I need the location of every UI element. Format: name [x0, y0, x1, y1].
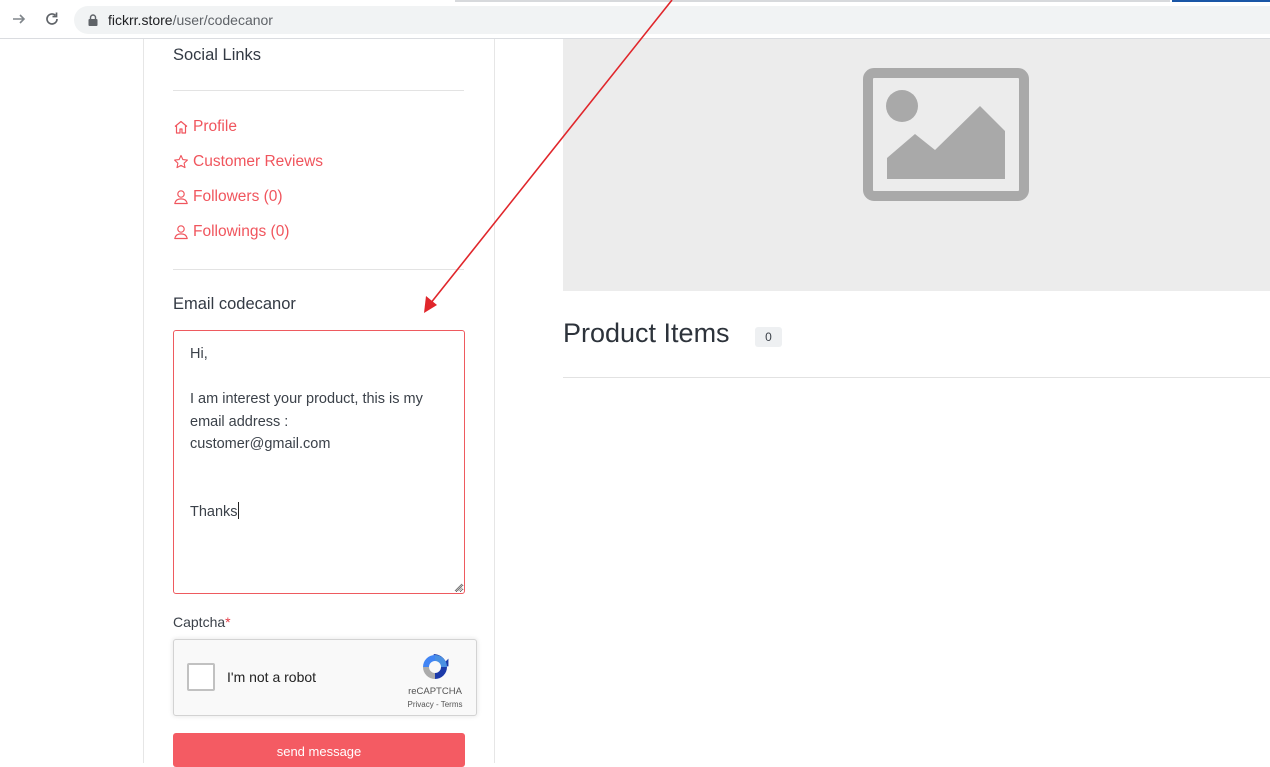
recaptcha-terms-link[interactable]: Privacy - Terms [400, 700, 470, 709]
email-section-title: Email codecanor [173, 295, 296, 313]
followings-link-label: Followings (0) [193, 223, 290, 240]
user-icon [174, 190, 188, 205]
home-icon [174, 120, 188, 134]
browser-toolbar: fickrr.store/user/codecanor [0, 0, 1270, 39]
customer-reviews-link[interactable]: Customer Reviews [173, 153, 323, 171]
captcha-label: Captcha* [173, 614, 231, 630]
divider [563, 377, 1270, 378]
sidebar: Social Links Profile Customer Reviews Fo… [143, 39, 495, 767]
active-tab-edge [1172, 0, 1270, 2]
divider [173, 90, 464, 91]
message-line: customer@gmail.com [190, 436, 331, 453]
address-bar[interactable]: fickrr.store/user/codecanor [74, 6, 1270, 34]
user-icon [174, 225, 188, 240]
product-image-placeholder [563, 39, 1270, 291]
star-icon [174, 154, 188, 169]
message-textarea[interactable]: Hi, I am interest your product, this is m… [173, 330, 465, 594]
url-text: fickrr.store/user/codecanor [108, 12, 273, 28]
resize-grip-icon[interactable] [454, 583, 463, 592]
product-count-badge: 0 [755, 327, 782, 347]
send-message-button[interactable]: send message [173, 733, 465, 767]
recaptcha-label: I'm not a robot [227, 669, 317, 685]
captcha-label-text: Captcha [173, 614, 226, 630]
url-path: /user/codecanor [172, 12, 273, 28]
recaptcha-checkbox[interactable] [187, 663, 215, 691]
required-asterisk: * [225, 614, 231, 630]
reload-icon[interactable] [41, 8, 63, 30]
tab-strip-edge [455, 0, 1170, 2]
message-closing: Thanks [190, 504, 238, 521]
forward-icon[interactable] [8, 8, 30, 30]
recaptcha-widget: I'm not a robot reCAPTCHA Privacy - Term… [173, 639, 477, 716]
text-caret [237, 502, 239, 520]
profile-link[interactable]: Profile [173, 118, 237, 136]
message-greeting: Hi, [190, 346, 208, 362]
image-placeholder-icon [863, 68, 1029, 201]
divider [173, 269, 464, 270]
recaptcha-logo-icon [423, 654, 449, 679]
social-links-title: Social Links [173, 46, 262, 64]
message-line: I am interest your product, this is my [190, 391, 423, 408]
message-line: email address : [190, 413, 289, 430]
profile-link-label: Profile [193, 118, 237, 135]
customer-reviews-link-label: Customer Reviews [193, 153, 324, 170]
url-host: fickrr.store [108, 12, 173, 28]
followers-link[interactable]: Followers (0) [173, 188, 283, 206]
lock-icon [88, 14, 98, 26]
recaptcha-brand: reCAPTCHA [408, 686, 462, 697]
followings-link[interactable]: Followings (0) [173, 223, 289, 241]
followers-link-label: Followers (0) [193, 188, 283, 205]
product-items-heading: Product Items [563, 318, 730, 348]
